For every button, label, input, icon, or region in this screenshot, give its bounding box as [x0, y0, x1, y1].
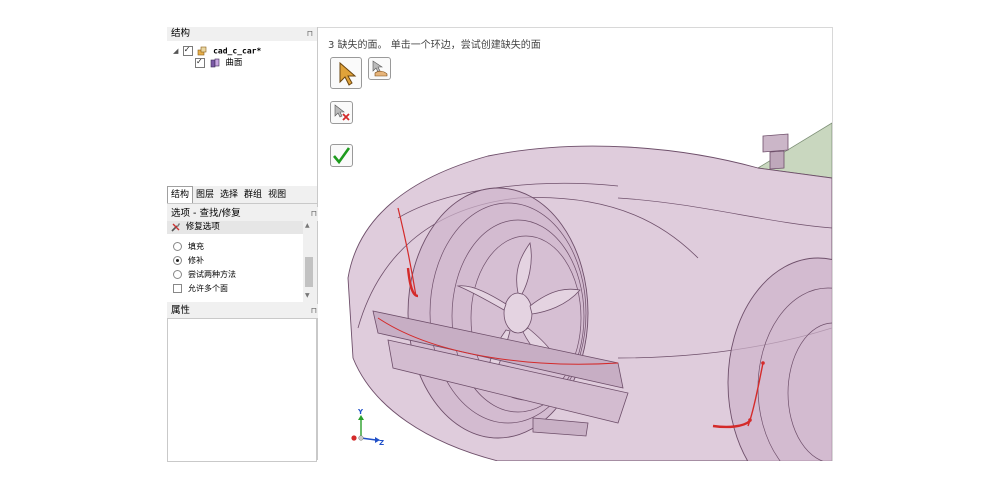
patch-radio[interactable]: [173, 256, 182, 265]
properties-panel-title: 属性: [171, 305, 191, 316]
allow-multiple-checkbox[interactable]: [173, 284, 182, 293]
pin-icon[interactable]: ⊓: [311, 207, 317, 221]
exclude-icon: [334, 104, 350, 121]
axis-z-label: Z: [379, 439, 385, 447]
tab-selection[interactable]: 选择: [217, 187, 241, 203]
structure-tree: ◢ cad_c_car* 曲面: [167, 41, 317, 186]
section-label: 修复选项: [185, 222, 220, 232]
complete-button[interactable]: [330, 144, 353, 167]
select-edges-icon: [372, 60, 388, 77]
structure-panel-title: 结构: [171, 28, 191, 39]
option-label: 尝试两种方法: [188, 270, 236, 279]
collapse-icon[interactable]: ◢: [173, 45, 180, 57]
select-arrow-icon: [339, 61, 357, 86]
option-label: 修补: [188, 256, 204, 265]
pin-icon[interactable]: ⊓: [311, 304, 317, 318]
tree-item-label: cad_c_car*: [213, 46, 262, 56]
option-label: 填充: [188, 242, 204, 251]
options-scrollbar[interactable]: ▲ ▼: [303, 221, 315, 302]
edge-vertex: [761, 361, 765, 365]
scroll-thumb[interactable]: [305, 257, 313, 287]
scroll-up-icon[interactable]: ▲: [305, 222, 310, 229]
options-panel-header: 选项 - 查找/修复 ⊓: [167, 207, 321, 221]
option-label: 允许多个面: [188, 284, 228, 293]
app-window: 结构 ⊓ ◢ cad_c_car* 曲面: [167, 27, 833, 462]
try-both-radio[interactable]: [173, 270, 182, 279]
status-message: 3 缺失的面。 单击一个环边，尝试创建缺失的面: [328, 40, 541, 51]
visibility-checkbox[interactable]: [195, 56, 205, 68]
surface-body-icon: [210, 58, 220, 67]
edge-vertex: [748, 418, 752, 422]
assembly-icon: [198, 46, 207, 56]
tab-groups[interactable]: 群组: [241, 187, 265, 203]
axis-y-label: Y: [358, 408, 364, 416]
option-patch[interactable]: 修补: [173, 255, 204, 267]
visibility-checkbox[interactable]: [182, 44, 193, 56]
tree-item-root[interactable]: ◢ cad_c_car*: [173, 44, 262, 57]
properties-panel-header: 属性 ⊓: [167, 304, 321, 318]
tab-layers[interactable]: 图层: [193, 187, 217, 203]
complete-checkmark-icon: [333, 147, 351, 165]
pin-icon[interactable]: ⊓: [307, 27, 313, 41]
repair-tools-icon: [171, 222, 180, 232]
car-model[interactable]: [318, 28, 832, 461]
exclude-button[interactable]: [330, 101, 353, 124]
scroll-down-icon[interactable]: ▼: [305, 292, 310, 299]
tree-item-label: 曲面: [225, 58, 243, 68]
properties-panel: [167, 318, 317, 462]
select-edges-button[interactable]: [368, 57, 391, 80]
tree-item-surface[interactable]: 曲面: [195, 56, 243, 69]
mirror-stem: [769, 150, 785, 170]
option-fill[interactable]: 填充: [173, 241, 204, 253]
select-tool-button[interactable]: [330, 57, 362, 89]
left-panel: 结构 ⊓ ◢ cad_c_car* 曲面: [167, 27, 321, 462]
tab-structure[interactable]: 结构: [167, 186, 194, 203]
option-allow-multiple[interactable]: 允许多个面: [173, 283, 228, 295]
option-try-both[interactable]: 尝试两种方法: [173, 269, 236, 281]
panel-tabs: 结构 图层 选择 群组 视图: [167, 186, 317, 204]
repair-options-list: 填充 修补 尝试两种方法 允许多个面: [167, 234, 303, 302]
options-panel-title: 选项 - 查找/修复: [171, 208, 241, 219]
mirror: [762, 133, 789, 153]
repair-options-section[interactable]: 修复选项: [167, 221, 307, 234]
fill-radio[interactable]: [173, 242, 182, 251]
structure-panel-header: 结构 ⊓: [167, 27, 317, 41]
tab-views[interactable]: 视图: [265, 187, 289, 203]
3d-viewport[interactable]: 3 缺失的面。 单击一个环边，尝试创建缺失的面 Y Z: [318, 27, 833, 461]
